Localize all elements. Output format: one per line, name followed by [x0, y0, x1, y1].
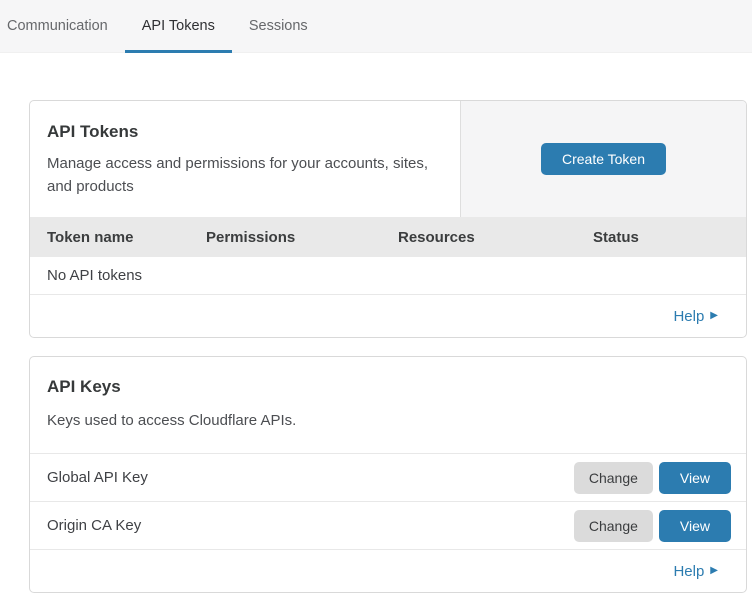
column-header-token-name: Token name — [30, 229, 206, 246]
origin-ca-key-change-button[interactable]: Change — [574, 510, 653, 542]
api-tokens-help-link[interactable]: Help ▶ — [673, 308, 718, 325]
tab-sessions[interactable]: Sessions — [232, 0, 325, 52]
api-tokens-help-label: Help — [673, 308, 704, 325]
global-api-key-label: Global API Key — [47, 469, 574, 486]
create-token-button[interactable]: Create Token — [541, 143, 666, 175]
api-tokens-card-header-text: API Tokens Manage access and permissions… — [30, 101, 460, 217]
api-tokens-card-header: API Tokens Manage access and permissions… — [30, 101, 746, 217]
origin-ca-key-view-button[interactable]: View — [659, 510, 731, 542]
api-tokens-title: API Tokens — [47, 122, 440, 142]
api-tokens-action-zone: Create Token — [460, 101, 746, 217]
key-row-global-api-key: Global API Key Change View — [30, 454, 746, 502]
api-keys-card: API Keys Keys used to access Cloudflare … — [29, 356, 747, 593]
tokens-table-header: Token name Permissions Resources Status — [30, 217, 746, 257]
help-arrow-icon: ▶ — [710, 566, 718, 576]
api-tokens-card: API Tokens Manage access and permissions… — [29, 100, 747, 338]
api-tokens-description: Manage access and permissions for your a… — [47, 152, 440, 198]
tab-communication[interactable]: Communication — [0, 0, 125, 52]
column-header-resources: Resources — [398, 229, 593, 246]
api-keys-card-footer: Help ▶ — [30, 550, 746, 592]
global-api-key-view-button[interactable]: View — [659, 462, 731, 494]
api-keys-card-header: API Keys Keys used to access Cloudflare … — [30, 357, 746, 454]
settings-tab-bar: Communication API Tokens Sessions — [0, 0, 752, 53]
key-row-origin-ca-key: Origin CA Key Change View — [30, 502, 746, 550]
tab-api-tokens[interactable]: API Tokens — [125, 0, 232, 52]
tokens-table-empty-row: No API tokens — [30, 257, 746, 295]
column-header-status: Status — [593, 229, 746, 246]
column-header-permissions: Permissions — [206, 229, 398, 246]
origin-ca-key-label: Origin CA Key — [47, 517, 574, 534]
global-api-key-change-button[interactable]: Change — [574, 462, 653, 494]
api-keys-title: API Keys — [47, 377, 729, 397]
no-api-tokens-message: No API tokens — [47, 267, 142, 284]
help-arrow-icon: ▶ — [710, 311, 718, 321]
api-tokens-card-footer: Help ▶ — [30, 295, 746, 337]
api-keys-help-label: Help — [673, 563, 704, 580]
api-keys-help-link[interactable]: Help ▶ — [673, 563, 718, 580]
api-keys-description: Keys used to access Cloudflare APIs. — [47, 409, 447, 432]
